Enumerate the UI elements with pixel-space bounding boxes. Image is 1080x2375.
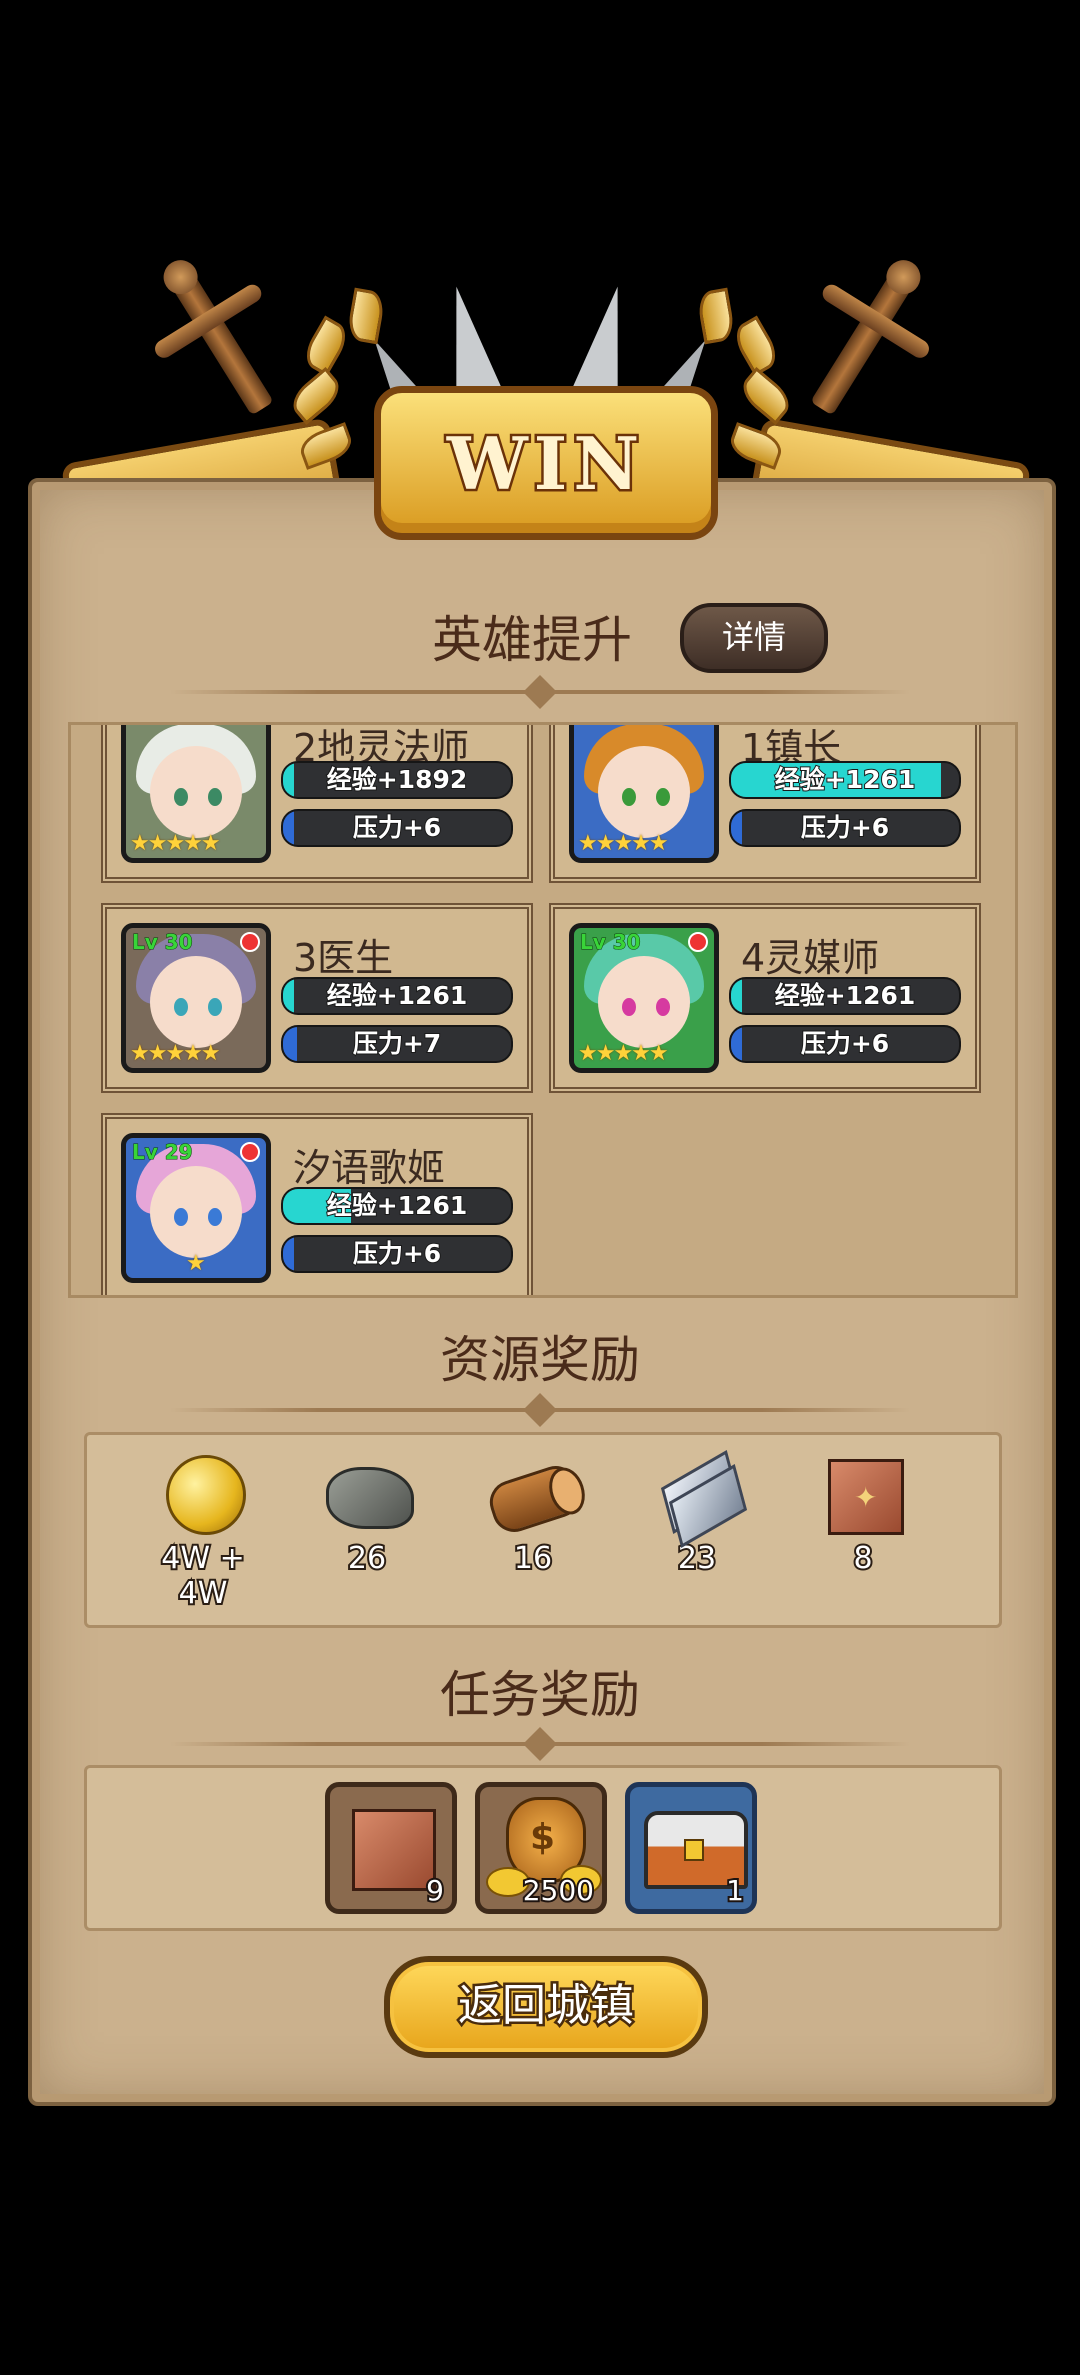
hero-avatar: Lv 30 ★★★★★	[121, 923, 271, 1073]
exp-bar: 经验+1261	[729, 977, 961, 1015]
hero-card[interactable]: ★★★★★ 1镇长 经验+1261 压力+6	[549, 725, 981, 883]
star-rating-icon: ★★★★★	[578, 1041, 669, 1066]
notification-dot-icon	[688, 932, 708, 952]
win-plate: WIN	[374, 386, 718, 540]
task-reward-box: 9 $ 2500 1	[84, 1765, 1002, 1931]
hero-name: 4灵媒师	[741, 936, 880, 980]
stress-bar: 压力+7	[281, 1025, 513, 1063]
gold-coin-icon	[158, 1453, 248, 1535]
stress-bar: 压力+6	[729, 1025, 961, 1063]
hero-name: 汐语歌姬	[293, 1146, 446, 1190]
sword-right-icon	[810, 253, 933, 416]
star-rating-icon: ★★★★★	[578, 831, 669, 856]
wood-log-icon	[484, 1453, 591, 1538]
iron-ingot-icon	[652, 1450, 748, 1548]
divider-ornament-icon	[520, 1398, 560, 1420]
stress-bar: 压力+6	[729, 809, 961, 847]
resource-item: 26	[307, 1453, 427, 1578]
task-reward-item[interactable]: 1	[625, 1782, 757, 1914]
sword-left-icon	[151, 253, 274, 416]
exp-bar: 经验+1261	[729, 761, 961, 799]
exp-bar: 经验+1892	[281, 761, 513, 799]
resource-item: 23	[637, 1450, 757, 1578]
hero-level: Lv 29	[132, 1140, 194, 1165]
hero-card[interactable]: Lv 29 ★ 汐语歌姬 经验+1261 压力+6	[101, 1113, 533, 1295]
resource-item: 4W + 4W	[143, 1453, 263, 1613]
leather-icon	[352, 1809, 436, 1891]
resource-value: 8	[851, 1539, 874, 1578]
resource-section-title: 资源奖励	[440, 1331, 640, 1389]
star-rating-icon: ★★★★★	[130, 1041, 221, 1066]
hero-list[interactable]: ★★★★★ 2地灵法师 经验+1892 压力+6 ★★★★★ 1镇长 经验+12…	[68, 722, 1018, 1298]
resource-value: 16	[512, 1539, 554, 1578]
hero-card[interactable]: Lv 30 ★★★★★ 3医生 经验+1261 压力+7	[101, 903, 533, 1093]
resource-item: ✦ 8	[803, 1453, 923, 1578]
notification-dot-icon	[240, 932, 260, 952]
hero-avatar: ★★★★★	[569, 725, 719, 863]
hero-avatar: Lv 29 ★	[121, 1133, 271, 1283]
hero-level: Lv 30	[580, 930, 642, 955]
notification-dot-icon	[240, 1142, 260, 1162]
exp-bar: 经验+1261	[281, 1187, 513, 1225]
star-rating-icon: ★	[186, 1251, 206, 1276]
hero-name: 3医生	[293, 936, 394, 980]
task-reward-item[interactable]: 9	[325, 1782, 457, 1914]
divider-ornament-icon	[520, 680, 560, 702]
task-reward-item[interactable]: $ 2500	[475, 1782, 607, 1914]
leather-icon: ✦	[818, 1453, 908, 1535]
hero-avatar: ★★★★★	[121, 725, 271, 863]
hero-card[interactable]: ★★★★★ 2地灵法师 经验+1892 压力+6	[101, 725, 533, 883]
task-reward-count: 9	[424, 1872, 446, 1909]
exp-bar: 经验+1261	[281, 977, 513, 1015]
task-reward-count: 2500	[521, 1872, 596, 1909]
resource-value: 4W + 4W	[159, 1539, 246, 1613]
win-title: WIN	[444, 418, 646, 508]
resource-value: 26	[346, 1539, 388, 1578]
hero-card[interactable]: Lv 30 ★★★★★ 4灵媒师 经验+1261 压力+6	[549, 903, 981, 1093]
resource-item: 16	[473, 1453, 593, 1578]
task-reward-count: 1	[724, 1872, 746, 1909]
resource-value: 23	[676, 1539, 718, 1578]
hero-level: Lv 30	[132, 930, 194, 955]
stone-icon	[322, 1453, 414, 1533]
details-button[interactable]: 详情	[680, 603, 828, 673]
stress-bar: 压力+6	[281, 1235, 513, 1273]
task-section-title: 任务奖励	[440, 1666, 640, 1724]
resource-reward-box: 4W + 4W 26 16 23 ✦ 8	[84, 1432, 1002, 1628]
star-rating-icon: ★★★★★	[130, 831, 221, 856]
divider-ornament-icon	[520, 1732, 560, 1754]
return-to-town-button[interactable]: 返回城镇	[384, 1956, 708, 2058]
stress-bar: 压力+6	[281, 809, 513, 847]
hero-avatar: Lv 30 ★★★★★	[569, 923, 719, 1073]
